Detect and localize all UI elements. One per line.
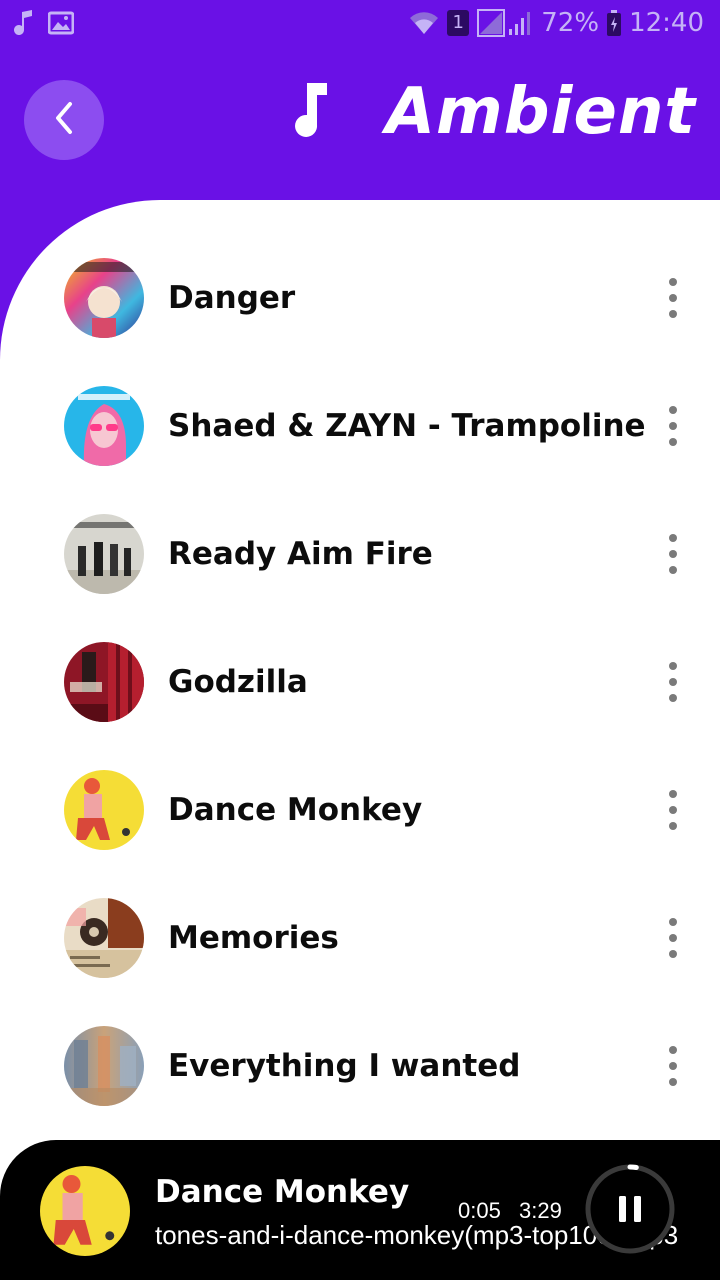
sim-icon: 1 — [447, 10, 470, 36]
status-bar: 1 72% 12:40 — [0, 0, 720, 48]
more-options-button[interactable] — [662, 662, 684, 702]
more-options-button[interactable] — [662, 1046, 684, 1086]
clock: 12:40 — [629, 8, 704, 38]
page-title: Ambient — [385, 75, 696, 149]
album-cover — [64, 386, 144, 466]
wifi-icon — [409, 10, 439, 36]
song-row[interactable]: Memories — [0, 874, 720, 1002]
song-row[interactable]: Shaed & ZAYN - Trampoline — [0, 362, 720, 490]
album-cover — [64, 258, 144, 338]
gallery-icon — [48, 11, 74, 35]
back-button[interactable] — [24, 80, 104, 160]
now-playing-cover — [40, 1166, 130, 1256]
song-title: Danger — [168, 280, 296, 316]
song-row[interactable]: Dance Monkey — [0, 746, 720, 874]
mini-player[interactable]: Dance Monkey tones-and-i-dance-monkey(mp… — [0, 1140, 720, 1280]
play-pause-button[interactable] — [585, 1164, 675, 1254]
album-cover — [64, 770, 144, 850]
track-duration: 3:29 — [519, 1198, 562, 1223]
song-title: Ready Aim Fire — [168, 536, 433, 572]
now-playing-title: Dance Monkey — [155, 1174, 410, 1210]
music-note-icon — [14, 10, 34, 36]
album-cover — [64, 642, 144, 722]
more-options-button[interactable] — [662, 278, 684, 318]
more-options-button[interactable] — [662, 918, 684, 958]
music-note-icon — [289, 81, 329, 143]
elapsed-time: 0:05 — [458, 1198, 501, 1223]
song-row[interactable]: Danger — [0, 234, 720, 362]
song-row[interactable]: Everything I wanted — [0, 1002, 720, 1130]
album-cover — [64, 898, 144, 978]
signal-icon — [477, 9, 533, 37]
more-options-button[interactable] — [662, 534, 684, 574]
chevron-left-icon — [52, 100, 76, 140]
album-cover — [64, 1026, 144, 1106]
battery-percent: 72% — [541, 8, 600, 38]
more-options-button[interactable] — [662, 790, 684, 830]
song-title: Everything I wanted — [168, 1048, 521, 1084]
more-options-button[interactable] — [662, 406, 684, 446]
album-cover — [64, 514, 144, 594]
song-title: Godzilla — [168, 664, 308, 700]
song-title: Shaed & ZAYN - Trampoline — [168, 408, 646, 444]
song-row[interactable]: Godzilla — [0, 618, 720, 746]
page-title-group: Ambient — [289, 72, 696, 152]
battery-icon — [607, 10, 622, 36]
song-title: Memories — [168, 920, 339, 956]
song-row[interactable]: Ready Aim Fire — [0, 490, 720, 618]
song-title: Dance Monkey — [168, 792, 423, 828]
